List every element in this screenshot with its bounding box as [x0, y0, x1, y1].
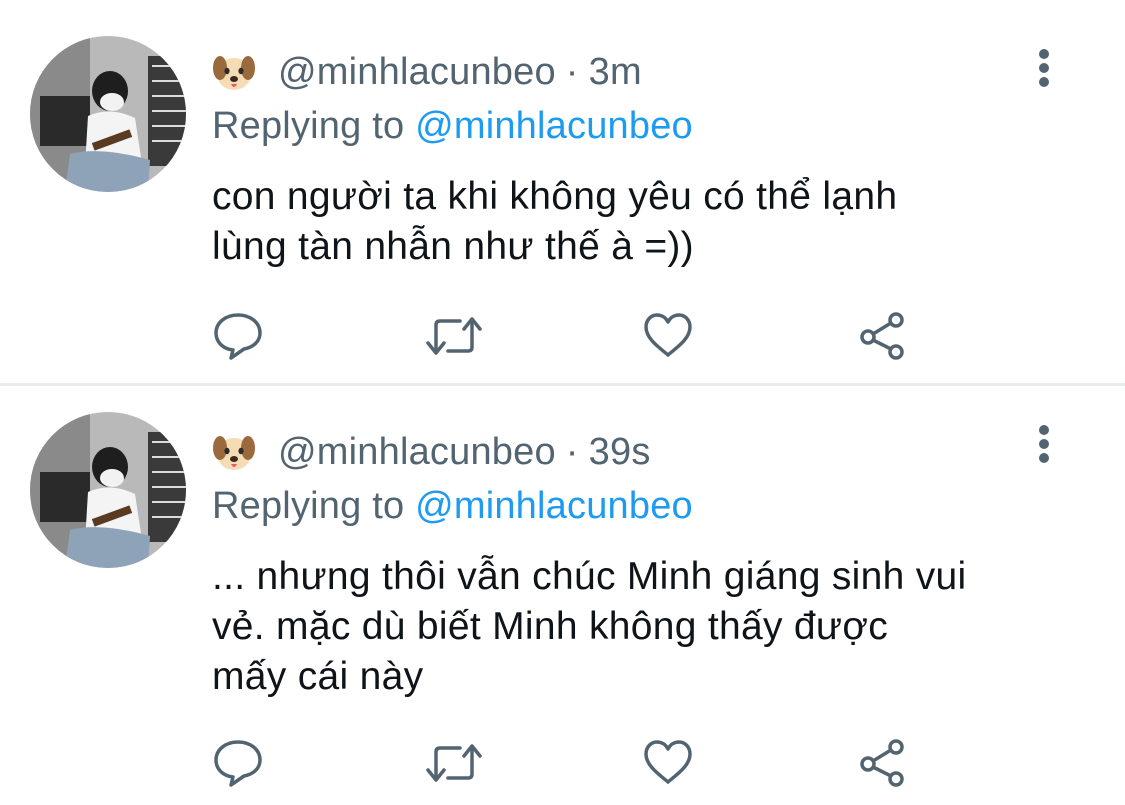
replying-to: Replying to @minhlacunbeo	[212, 485, 693, 528]
separator: ·	[565, 50, 579, 93]
tweet[interactable]: @minhlacunbeo · 39s Replying to @minhlac…	[0, 386, 1125, 805]
like-icon[interactable]	[642, 311, 694, 361]
dog-face-icon	[212, 50, 256, 94]
tweet-text-line: mấy cái này	[212, 655, 424, 698]
more-options-icon[interactable]	[1030, 46, 1058, 94]
tweet-text-line: con người ta khi không yêu có thể lạnh	[212, 175, 898, 218]
separator: ·	[565, 430, 579, 473]
tweet[interactable]: @minhlacunbeo · 3m Replying to @minhlacu…	[0, 0, 1125, 383]
mention-link[interactable]: @minhlacunbeo	[415, 105, 693, 147]
timestamp[interactable]: 3m	[589, 51, 642, 94]
replying-prefix: Replying to	[212, 485, 405, 527]
author-handle[interactable]: @minhlacunbeo	[278, 51, 556, 94]
share-icon[interactable]	[858, 738, 910, 788]
tweet-text: ... nhưng thôi vẫn chúc Minh giáng sinh …	[212, 552, 1092, 702]
avatar[interactable]	[30, 36, 186, 192]
timestamp[interactable]: 39s	[589, 431, 651, 474]
retweet-icon[interactable]	[424, 738, 482, 788]
tweet-text: con người ta khi không yêu có thể lạnh l…	[212, 172, 1092, 272]
avatar[interactable]	[30, 412, 186, 568]
tweet-header: @minhlacunbeo · 39s	[212, 428, 651, 476]
retweet-icon[interactable]	[424, 311, 482, 361]
share-icon[interactable]	[858, 311, 910, 361]
tweet-actions	[212, 738, 932, 788]
author-handle[interactable]: @minhlacunbeo	[278, 431, 556, 474]
mention-link[interactable]: @minhlacunbeo	[415, 485, 693, 527]
tweet-text-line: ... nhưng thôi vẫn chúc Minh giáng sinh …	[212, 555, 967, 598]
tweet-header: @minhlacunbeo · 3m	[212, 48, 642, 96]
dog-face-icon	[212, 430, 256, 474]
tweet-text-line: lùng tàn nhẫn như thế à =))	[212, 225, 694, 268]
reply-icon[interactable]	[212, 738, 264, 788]
replying-to: Replying to @minhlacunbeo	[212, 105, 693, 148]
reply-icon[interactable]	[212, 311, 264, 361]
replying-prefix: Replying to	[212, 105, 405, 147]
tweet-text-line: vẻ. mặc dù biết Minh không thấy được	[212, 605, 888, 648]
like-icon[interactable]	[642, 738, 694, 788]
tweet-actions	[212, 311, 932, 361]
more-options-icon[interactable]	[1030, 422, 1058, 470]
